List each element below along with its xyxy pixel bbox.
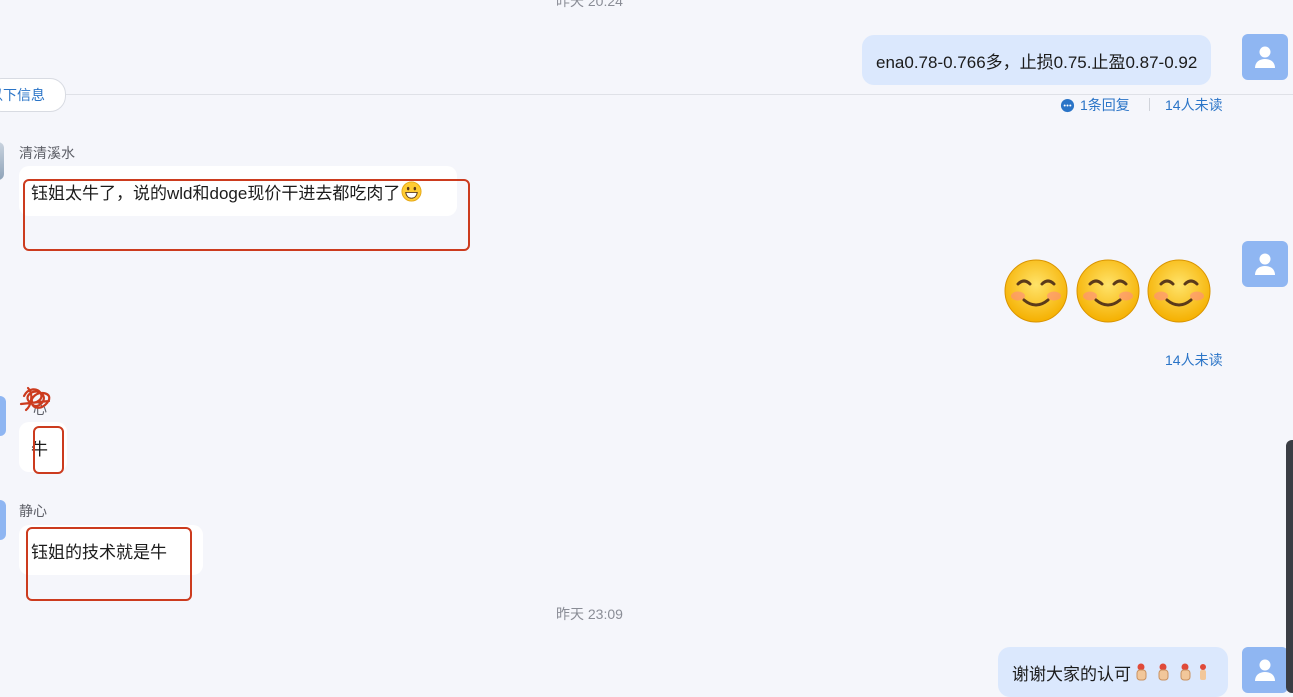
sender-avatar[interactable] xyxy=(0,500,6,540)
reply-bubble-icon xyxy=(1060,98,1075,112)
annotation-highlight xyxy=(26,527,192,601)
thumbs-up-emoji xyxy=(1158,663,1169,681)
meta-separator xyxy=(1149,98,1150,111)
scrollbar[interactable] xyxy=(1286,440,1293,693)
my-avatar[interactable] xyxy=(1242,34,1288,80)
smiling-face-emoji xyxy=(1076,259,1140,323)
unread-label: 14人未读 xyxy=(1165,352,1223,368)
unread-count-link[interactable]: 14人未读 xyxy=(1165,350,1223,370)
timestamp-top: 昨天 20:24 xyxy=(556,0,623,9)
my-avatar[interactable] xyxy=(1242,647,1288,693)
smiling-face-emoji xyxy=(1004,259,1068,323)
my-avatar[interactable] xyxy=(1242,241,1288,287)
reply-count-link[interactable]: 1条回复 xyxy=(1060,95,1130,115)
my-message-bubble[interactable]: ena0.78-0.766多，止损0.75.止盈0.87-0.92 xyxy=(862,35,1212,85)
new-messages-pill[interactable]: 以下信息 xyxy=(0,78,66,112)
thumbs-up-emoji xyxy=(1136,663,1147,681)
unread-label: 14人未读 xyxy=(1165,97,1223,113)
unread-count-link[interactable]: 14人未读 xyxy=(1165,95,1223,115)
sender-name: 清清溪水 xyxy=(19,145,75,161)
message-text: 谢谢大家的认可 xyxy=(1012,664,1131,684)
pill-label: 以下信息 xyxy=(0,87,45,103)
sender-name: 静心 xyxy=(19,503,47,519)
default-avatar-icon xyxy=(1255,659,1275,681)
red-scribble xyxy=(19,386,51,412)
sender-avatar[interactable] xyxy=(0,396,6,436)
default-avatar-icon xyxy=(1255,253,1275,275)
smiling-face-emoji xyxy=(1147,259,1211,323)
reply-count-label: 1条回复 xyxy=(1080,97,1130,113)
message-text: ena0.78-0.766多，止损0.75.止盈0.87-0.92 xyxy=(876,52,1198,72)
annotation-highlight xyxy=(23,179,470,251)
thumbs-up-emoji xyxy=(1200,664,1206,680)
sender-avatar[interactable] xyxy=(0,142,4,180)
annotation-highlight xyxy=(33,426,64,474)
timestamp-middle: 昨天 23:09 xyxy=(556,606,623,622)
thumbs-up-emoji xyxy=(1180,663,1191,681)
my-message-bubble[interactable]: 谢谢大家的认可 xyxy=(998,647,1228,697)
default-avatar-icon xyxy=(1255,46,1275,68)
